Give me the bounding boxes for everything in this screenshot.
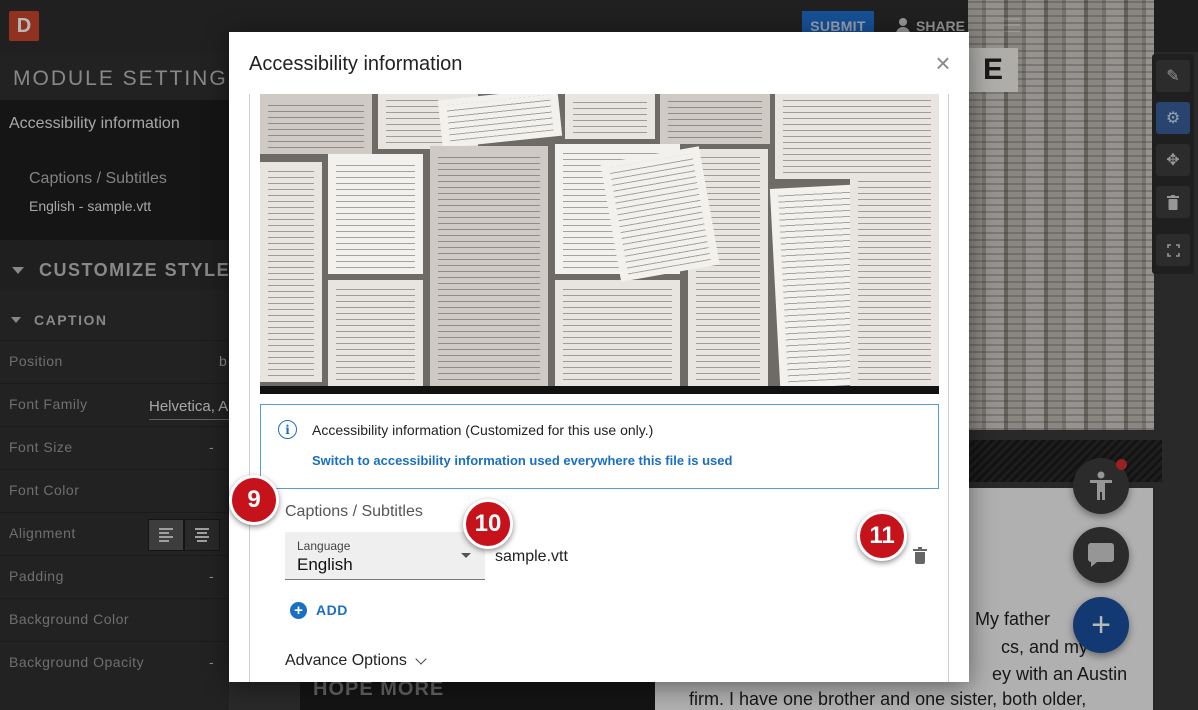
media-preview [260, 94, 939, 394]
modal-body: i Accessibility information (Customized … [249, 94, 949, 682]
caption-file-name: sample.vtt [495, 548, 568, 565]
advance-options-label: Advance Options [285, 652, 407, 669]
captions-subtitles-label: Captions / Subtitles [285, 503, 423, 520]
trash-icon[interactable] [913, 547, 927, 565]
info-box: i Accessibility information (Customized … [260, 404, 939, 489]
close-icon[interactable]: × [930, 50, 956, 76]
modal-title: Accessibility information [249, 53, 463, 75]
plus-circle-icon: + [290, 601, 307, 619]
language-label: Language [297, 539, 351, 553]
info-icon: i [278, 420, 297, 439]
add-label: ADD [316, 602, 348, 618]
advance-options-toggle[interactable]: Advance Options [285, 652, 427, 670]
callout-marker-10: 10 [463, 499, 513, 549]
switch-accessibility-link[interactable]: Switch to accessibility information used… [312, 453, 732, 468]
add-caption-button[interactable]: + ADD [290, 599, 348, 621]
language-select[interactable]: Language English [285, 532, 485, 580]
callout-marker-9: 9 [229, 475, 279, 525]
caret-down-icon [461, 553, 471, 558]
accessibility-modal: Accessibility information × i Accessibil… [229, 32, 969, 682]
callout-marker-11: 11 [857, 511, 907, 561]
language-value: English [297, 555, 353, 574]
chevron-down-icon [415, 653, 427, 665]
info-text: Accessibility information (Customized fo… [312, 422, 654, 438]
